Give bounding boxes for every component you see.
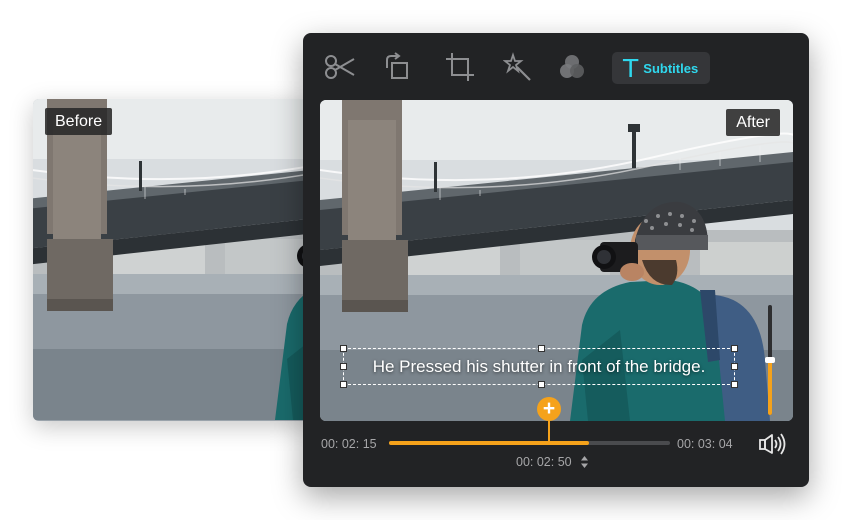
speaker-icon[interactable] (759, 432, 787, 456)
resize-handle[interactable] (731, 345, 738, 352)
after-preview[interactable]: After He Pressed his shutter in front of… (320, 100, 793, 421)
playhead-line (548, 418, 550, 443)
resize-handle[interactable] (731, 381, 738, 388)
resize-handle[interactable] (340, 345, 347, 352)
current-time[interactable]: 00: 02: 50 (516, 455, 572, 469)
resize-handle[interactable] (538, 381, 545, 388)
subtitle-text-box[interactable]: He Pressed his shutter in front of the b… (340, 345, 738, 388)
volume-slider-knob[interactable] (765, 357, 775, 363)
start-time: 00: 02: 15 (321, 437, 377, 451)
rotate-icon[interactable] (379, 50, 413, 84)
end-time: 00: 03: 04 (677, 437, 733, 451)
subtitles-label: Subtitles (643, 60, 699, 76)
before-preview: Before (33, 99, 313, 421)
editor-panel: T Subtitles After He Pressed his shutter… (303, 33, 809, 487)
text-icon: T (623, 53, 639, 83)
magic-wand-icon[interactable] (501, 50, 535, 84)
before-label: Before (45, 108, 113, 135)
toolbar: T Subtitles (303, 33, 809, 100)
resize-handle[interactable] (538, 345, 545, 352)
resize-handle[interactable] (731, 363, 738, 370)
playhead-plus-icon[interactable]: + (537, 397, 561, 421)
resize-handle[interactable] (340, 363, 347, 370)
volume-slider-fill (768, 360, 772, 415)
subtitle-text[interactable]: He Pressed his shutter in front of the b… (344, 349, 734, 384)
resize-handle[interactable] (340, 381, 347, 388)
before-photo (33, 99, 313, 420)
time-stepper-icon[interactable] (580, 455, 589, 469)
progress-track[interactable] (389, 441, 670, 445)
subtitles-tab[interactable]: T Subtitles (612, 52, 710, 84)
timeline: 00: 02: 15 + 00: 03: 04 00: 02: 50 (303, 397, 809, 487)
crop-icon[interactable] (443, 50, 477, 84)
volume-slider[interactable] (765, 305, 775, 415)
progress-fill (389, 441, 589, 445)
after-label: After (726, 109, 780, 136)
effects-icon[interactable] (555, 50, 589, 84)
scissors-icon[interactable] (323, 50, 357, 84)
